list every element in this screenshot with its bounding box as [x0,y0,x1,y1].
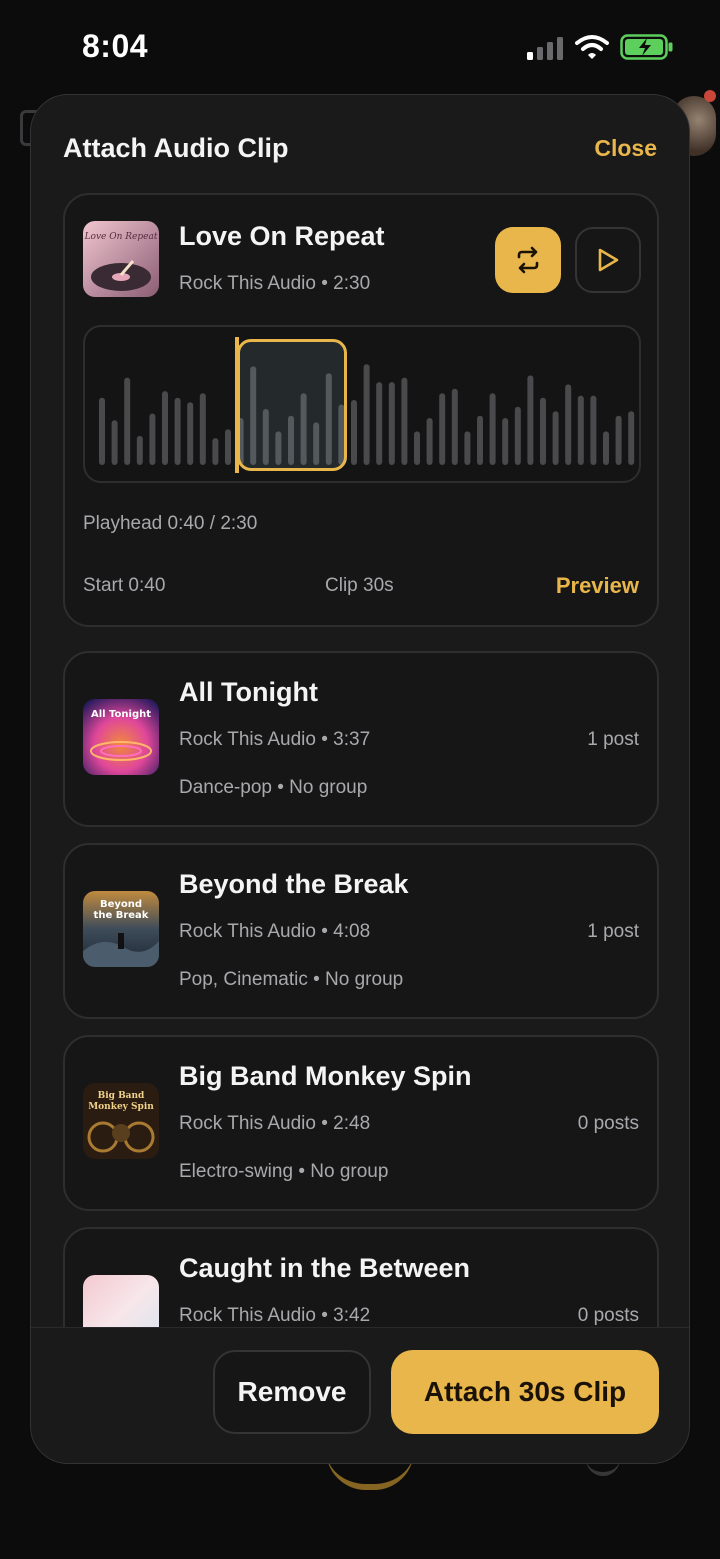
waveform-bar [439,393,446,465]
waveform-bar [149,413,156,465]
wifi-icon [575,35,609,59]
track-post-count: 0 posts [577,1113,639,1134]
status-time: 8:04 [82,28,149,64]
waveform-bar [376,382,383,465]
attach-clip-button[interactable]: Attach 30s Clip [391,1350,659,1434]
track-post-count: 1 post [587,729,639,750]
now-playing-title: Love On Repeat [179,221,385,251]
clip-start-label: Start 0:40 [83,575,166,596]
track-post-count: 0 posts [577,1305,639,1326]
waveform-bar [451,388,458,465]
repeat-icon [517,246,539,274]
preview-button[interactable]: Preview [556,573,639,599]
now-playing-card: Love On Repeat Love On Repeat Rock This … [63,193,659,627]
clip-start-handle[interactable] [235,337,239,473]
album-art: Love On Repeat [83,221,159,297]
track-title: Caught in the Between [179,1253,471,1283]
waveform-bar [199,393,206,465]
svg-text:Love On Repeat: Love On Repeat [84,232,158,242]
track-card[interactable]: Big Band Monkey Spin Big Band Monkey Spi… [63,1035,659,1211]
waveform-bar [212,438,219,465]
waveform-bar [577,395,584,465]
album-art: Beyond the Break [83,891,159,967]
track-title: All Tonight [179,677,318,707]
waveform-bar [552,411,559,465]
waveform-bar [351,400,357,465]
svg-text:Monkey Spin: Monkey Spin [88,1102,154,1112]
waveform-bar [363,364,370,465]
waveform-bar [187,402,194,465]
waveform-bar [603,431,609,465]
waveform-bar [590,395,597,465]
play-button[interactable] [575,227,641,293]
sheet-footer: Remove Attach 30s Clip [31,1327,689,1463]
clip-length-label: Clip 30s [325,575,394,596]
track-meta: Rock This Audio • 3:37 [179,729,371,750]
waveform-bar [225,429,231,465]
waveform-bar [540,397,546,465]
waveform-bar [414,431,420,465]
notification-dot [704,90,716,102]
clip-selection-window[interactable] [237,339,347,471]
waveform-bar [502,418,509,465]
track-meta: Rock This Audio • 3:42 [179,1305,371,1326]
track-tags: Pop, Cinematic • No group [179,969,404,990]
waveform-bar [124,377,131,465]
track-meta: Rock This Audio • 2:48 [179,1113,371,1134]
cellular-signal-icon [527,37,563,60]
album-art-beyond-the-break: Beyond the Break [83,891,159,967]
waveform-bar [489,393,496,465]
waveform-bar [111,420,118,465]
track-title: Beyond the Break [179,869,409,899]
album-art-love-on-repeat: Love On Repeat [83,221,159,297]
waveform-bars [99,364,635,465]
waveform-bar [401,377,408,465]
track-card[interactable]: All Tonight All Tonight Rock This Audio … [63,651,659,827]
waveform-bar [162,391,168,465]
waveform-bar [464,431,471,465]
now-playing-meta: Rock This Audio • 2:30 [179,273,371,294]
waveform-scrubber[interactable] [83,325,641,483]
waveform-bar [99,397,105,465]
svg-text:Beyond: Beyond [100,899,142,910]
loop-button[interactable] [495,227,561,293]
waveform-bar [527,375,534,465]
waveform-bar [174,397,181,465]
album-art-big-band-monkey-spin: Big Band Monkey Spin [83,1083,159,1159]
svg-text:the Break: the Break [94,910,149,921]
waveform-bar [388,382,395,465]
album-art: All Tonight [83,699,159,775]
waveform-bar [565,384,572,465]
playhead-label: Playhead 0:40 / 2:30 [83,513,258,534]
close-button[interactable]: Close [594,135,657,162]
svg-text:All Tonight: All Tonight [91,709,151,720]
track-tags: Dance-pop • No group [179,777,368,798]
waveform-bar [615,415,622,465]
track-meta: Rock This Audio • 4:08 [179,921,371,942]
battery-charging-icon [620,34,673,60]
album-art: Big Band Monkey Spin [83,1083,159,1159]
waveform-bar [628,411,635,465]
status-bar: 8:04 [0,0,720,96]
sheet-title: Attach Audio Clip [63,133,289,163]
waveform-bar [477,415,483,465]
svg-text:Big Band: Big Band [98,1091,145,1101]
track-title: Big Band Monkey Spin [179,1061,472,1091]
waveform-bar [514,406,521,465]
waveform-bar [426,418,433,465]
play-icon [598,248,619,272]
track-card[interactable]: Beyond the Break Beyond the Break Rock T… [63,843,659,1019]
track-tags: Electro-swing • No group [179,1161,389,1182]
waveform-bar [136,435,143,465]
attach-audio-sheet: Attach Audio Clip Close Love On Repeat L… [30,94,690,1464]
track-post-count: 1 post [587,921,639,942]
remove-button[interactable]: Remove [213,1350,371,1434]
album-art-all-tonight: All Tonight [83,699,159,775]
